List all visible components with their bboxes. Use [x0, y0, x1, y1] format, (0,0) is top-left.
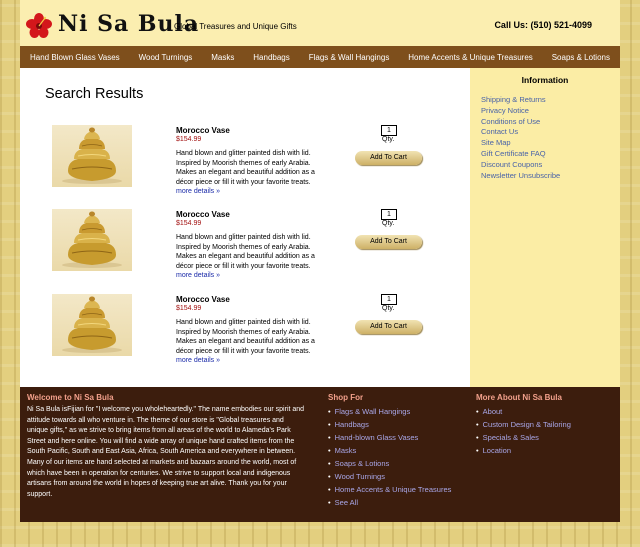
product-price: $154.99: [176, 305, 202, 312]
product-description-text: Hand blown and glitter painted dish with…: [176, 234, 315, 270]
footer-welcome-text: Ni Sa Bula isFijian for "I welcome you w…: [27, 406, 305, 498]
footer-link-custom-design[interactable]: Custom Design & Tailoring: [483, 420, 571, 429]
footer-shop-item: Hand-blown Glass Vases: [328, 431, 468, 444]
footer-link-see-all[interactable]: See All: [335, 498, 358, 507]
product-image[interactable]: [52, 125, 132, 187]
footer-shop-item: Flags & Wall Hangings: [328, 405, 468, 418]
nav-item-soaps-lotions[interactable]: Soaps & Lotions: [552, 53, 610, 62]
footer-link-location[interactable]: Location: [483, 446, 511, 455]
footer-shop-item: Masks: [328, 444, 468, 457]
more-details-link[interactable]: more details »: [176, 357, 220, 364]
phone-number: Call Us: (510) 521-4099: [494, 20, 592, 30]
sidebar-links: Shipping & Returns Privacy Notice Condit…: [481, 95, 560, 181]
add-to-cart-button[interactable]: Add To Cart: [355, 235, 422, 249]
product-price: $154.99: [176, 220, 202, 227]
header: Ni Sa Bula Global Treasures and Unique G…: [20, 0, 620, 46]
footer-more-item: About: [476, 405, 616, 418]
footer-shop-list: Flags & Wall Hangings Handbags Hand-blow…: [328, 405, 468, 509]
product-description: Hand blown and glitter painted dish with…: [176, 233, 316, 281]
nav-item-masks[interactable]: Masks: [211, 53, 234, 62]
footer-link-about[interactable]: About: [483, 407, 503, 416]
nav-item-wood-turnings[interactable]: Wood Turnings: [139, 53, 193, 62]
footer-link-home-accents[interactable]: Home Accents & Unique Treasures: [335, 485, 452, 494]
product-name[interactable]: Morocco Vase: [176, 295, 230, 304]
footer: Welcome to Ni Sa Bula Ni Sa Bula isFijia…: [20, 387, 620, 522]
footer-more-title: More About Ni Sa Bula: [476, 393, 562, 402]
sidebar-link-contact-us[interactable]: Contact Us: [481, 127, 560, 138]
footer-shop-item: Home Accents & Unique Treasures: [328, 483, 468, 496]
footer-shop-item: Wood Turnings: [328, 470, 468, 483]
product-item: Morocco Vase $154.99 Hand blown and glit…: [20, 209, 470, 289]
product-description: Hand blown and glitter painted dish with…: [176, 318, 316, 366]
sidebar-link-shipping-returns[interactable]: Shipping & Returns: [481, 95, 560, 106]
sidebar-link-privacy-notice[interactable]: Privacy Notice: [481, 106, 560, 117]
nav-item-flags-wall-hangings[interactable]: Flags & Wall Hangings: [309, 53, 390, 62]
product-price: $154.99: [176, 136, 202, 143]
more-details-link[interactable]: more details »: [176, 188, 220, 195]
nav-item-home-accents[interactable]: Home Accents & Unique Treasures: [408, 53, 533, 62]
footer-shop-item: Handbags: [328, 418, 468, 431]
product-description-text: Hand blown and glitter painted dish with…: [176, 150, 315, 186]
product-image[interactable]: [52, 294, 132, 356]
footer-shop-item: Soaps & Lotions: [328, 457, 468, 470]
gold-lidded-vase: [62, 127, 122, 184]
quantity-input[interactable]: 1: [381, 125, 397, 136]
product-item: Morocco Vase $154.99 Hand blown and glit…: [20, 125, 470, 205]
sidebar-link-gift-certificate-faq[interactable]: Gift Certificate FAQ: [481, 149, 560, 160]
product-image[interactable]: [52, 209, 132, 271]
footer-shop-for: Shop For Flags & Wall Hangings Handbags …: [328, 393, 468, 509]
footer-link-flags-wall-hangings[interactable]: Flags & Wall Hangings: [335, 407, 411, 416]
hibiscus-flower-icon[interactable]: [26, 13, 52, 39]
information-sidebar: Information Shipping & Returns Privacy N…: [470, 68, 620, 387]
main-navigation: Hand Blown Glass Vases Wood Turnings Mas…: [20, 46, 620, 68]
tagline: Global Treasures and Unique Gifts: [174, 22, 297, 31]
footer-shop-title: Shop For: [328, 393, 364, 402]
footer-link-soaps-lotions[interactable]: Soaps & Lotions: [335, 459, 390, 468]
page: Ni Sa Bula Global Treasures and Unique G…: [20, 0, 620, 547]
gold-lidded-vase: [62, 211, 122, 268]
quantity-label: Qty.: [382, 305, 395, 312]
footer-welcome: Welcome to Ni Sa Bula Ni Sa Bula isFijia…: [27, 393, 305, 500]
add-to-cart-button[interactable]: Add To Cart: [355, 151, 422, 165]
sidebar-link-conditions-of-use[interactable]: Conditions of Use: [481, 117, 560, 128]
sidebar-link-newsletter-unsubscribe[interactable]: Newsletter Unsubscribe: [481, 171, 560, 182]
gold-lidded-vase: [62, 296, 122, 353]
sidebar-link-site-map[interactable]: Site Map: [481, 138, 560, 149]
quantity-input[interactable]: 1: [381, 209, 397, 220]
product-name[interactable]: Morocco Vase: [176, 126, 230, 135]
more-details-link[interactable]: more details »: [176, 272, 220, 279]
quantity-label: Qty.: [382, 136, 395, 143]
footer-link-wood-turnings[interactable]: Wood Turnings: [335, 472, 385, 481]
footer-welcome-title: Welcome to Ni Sa Bula: [27, 393, 114, 402]
footer-more-list: About Custom Design & Tailoring Specials…: [476, 405, 616, 457]
footer-more-item: Location: [476, 444, 616, 457]
footer-link-masks[interactable]: Masks: [335, 446, 357, 455]
footer-more-about: More About Ni Sa Bula About Custom Desig…: [476, 393, 616, 457]
quantity-input[interactable]: 1: [381, 294, 397, 305]
product-name[interactable]: Morocco Vase: [176, 210, 230, 219]
nav-item-hand-blown-glass-vases[interactable]: Hand Blown Glass Vases: [30, 53, 120, 62]
footer-link-hand-blown-glass-vases[interactable]: Hand-blown Glass Vases: [335, 433, 419, 442]
sidebar-title: Information: [521, 75, 569, 85]
product-item: Morocco Vase $154.99 Hand blown and glit…: [20, 294, 470, 374]
sidebar-link-discount-coupons[interactable]: Discount Coupons: [481, 160, 560, 171]
product-description: Hand blown and glitter painted dish with…: [176, 149, 316, 197]
footer-more-item: Specials & Sales: [476, 431, 616, 444]
footer-shop-item: See All: [328, 496, 468, 509]
footer-more-item: Custom Design & Tailoring: [476, 418, 616, 431]
main-content: Search Results Morocco Vase $154.99 Hand…: [20, 68, 470, 387]
add-to-cart-button[interactable]: Add To Cart: [355, 320, 422, 334]
nav-item-handbags[interactable]: Handbags: [253, 53, 289, 62]
product-description-text: Hand blown and glitter painted dish with…: [176, 319, 315, 355]
footer-link-specials-sales[interactable]: Specials & Sales: [483, 433, 539, 442]
page-title: Search Results: [45, 86, 144, 102]
quantity-label: Qty.: [382, 220, 395, 227]
footer-link-handbags[interactable]: Handbags: [335, 420, 369, 429]
